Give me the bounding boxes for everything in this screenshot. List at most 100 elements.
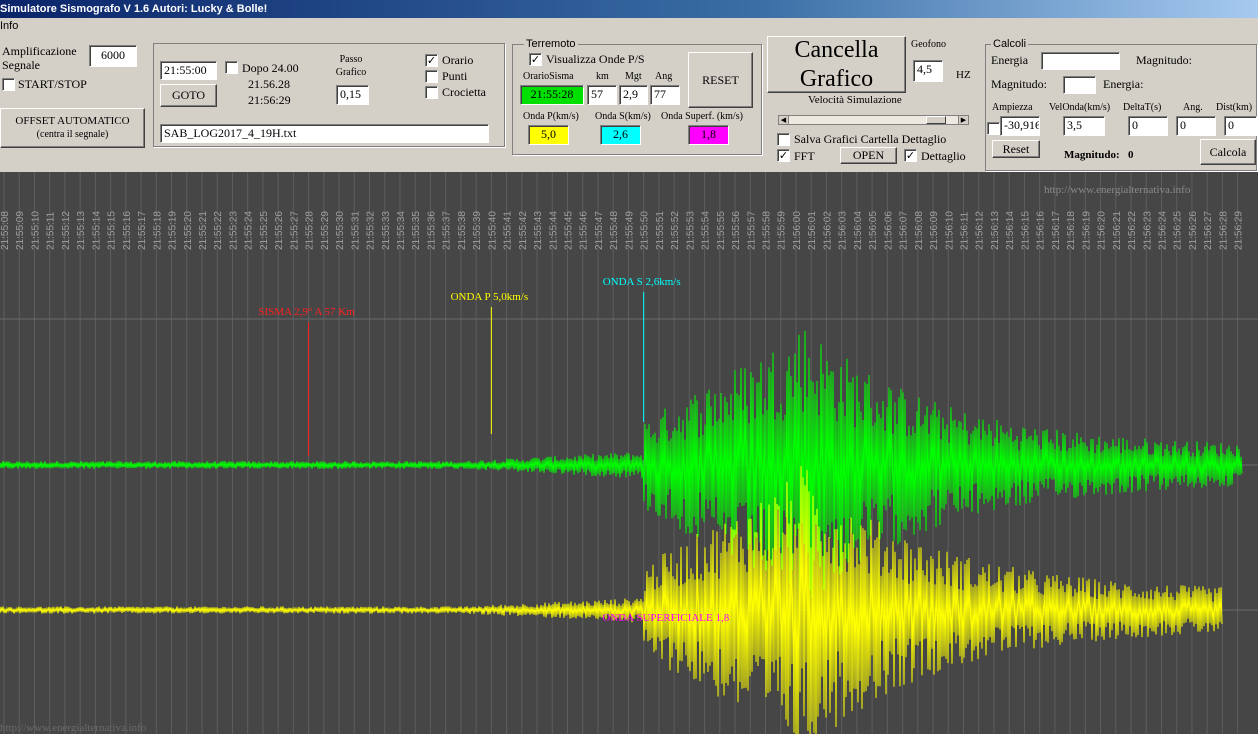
salva-checkbox[interactable]	[777, 133, 790, 146]
yellow-trace	[0, 466, 1223, 734]
time-tick-label: 21:55:31	[350, 211, 361, 250]
time-tick-label: 21:56:18	[1066, 211, 1077, 250]
time-tick-label: 21:55:41	[503, 211, 514, 250]
time-input[interactable]: 21:55:00	[160, 61, 217, 80]
time-tick-label: 21:56:06	[883, 211, 894, 250]
time-tick-label: 21:55:30	[335, 211, 346, 250]
time-b-text: 21:56:29	[248, 93, 291, 107]
amplification-label: Amplificazione Segnale	[2, 44, 77, 72]
time-tick-label: 21:56:12	[975, 211, 986, 250]
time-tick-label: 21:55:11	[46, 211, 57, 250]
km-input[interactable]: 57	[587, 85, 617, 105]
cancella-grafico-button[interactable]: Cancella Grafico	[767, 36, 906, 93]
time-tick-label: 21:55:24	[244, 211, 255, 250]
time-tick-label: 21:56:03	[838, 211, 849, 250]
watermark-bottom: http://www.energialternativa.info	[0, 722, 147, 734]
onda-p-input[interactable]: 5,0	[528, 125, 569, 145]
salva-label: Salva Grafici Cartella Dettaglio	[794, 132, 947, 146]
visualizza-checkbox[interactable]: ✓	[529, 53, 542, 66]
marker-label: SISMA 2,9° A 57 Km	[258, 306, 355, 318]
magnitudo-input[interactable]	[1063, 76, 1096, 94]
crocietta-checkbox[interactable]	[425, 86, 438, 99]
onda-s-input[interactable]: 2,6	[600, 125, 641, 145]
terremoto-reset-button[interactable]: RESET	[688, 52, 753, 108]
amplification-input[interactable]: 6000	[89, 45, 137, 67]
ang-input[interactable]: 77	[650, 85, 680, 105]
time-tick-label: 21:56:20	[1097, 211, 1108, 250]
time-tick-label: 21:55:22	[213, 211, 224, 250]
menu-item-info[interactable]: Info	[0, 20, 18, 32]
time-tick-label: 21:55:57	[746, 211, 757, 250]
time-tick-label: 21:55:42	[518, 211, 529, 250]
time-tick-label: 21:55:16	[122, 211, 133, 250]
time-tick-label: 21:55:08	[0, 211, 11, 250]
slider-left-arrow[interactable]: ◀	[779, 116, 789, 124]
onda-superf-input[interactable]: 1,8	[688, 125, 729, 145]
calcola-button[interactable]: Calcola	[1200, 139, 1256, 165]
dopo-checkbox[interactable]	[225, 61, 238, 74]
goto-button[interactable]: GOTO	[160, 84, 217, 107]
file-input[interactable]: SAB_LOG2017_4_19H.txt	[160, 124, 489, 143]
fft-label: FFT	[794, 149, 815, 163]
ampiezza-checkbox[interactable]	[987, 122, 1000, 135]
time-tick-label: 21:55:40	[487, 211, 498, 250]
time-tick-label: 21:56:25	[1173, 211, 1184, 250]
time-tick-label: 21:55:45	[564, 211, 575, 250]
time-tick-label: 21:55:58	[762, 211, 773, 250]
time-tick-label: 21:55:38	[457, 211, 468, 250]
passo-label: Passo Grafico	[335, 54, 367, 78]
marker-label: ONDA S 2,6km/s	[603, 276, 681, 288]
orario-sisma-input[interactable]: 21:55:28	[520, 85, 584, 105]
offset-automatico-button[interactable]: OFFSET AUTOMATICO (centra il segnale)	[0, 108, 145, 148]
magnitudo-label-2: Magnitudo:	[991, 77, 1047, 91]
dettaglio-checkbox[interactable]: ✓	[904, 149, 917, 162]
time-tick-label: 21:55:09	[15, 211, 26, 250]
time-tick-label: 21:55:55	[716, 211, 727, 250]
time-tick-label: 21:55:20	[183, 211, 194, 250]
time-tick-label: 21:55:46	[579, 211, 590, 250]
time-tick-label: 21:56:07	[899, 211, 910, 250]
time-tick-label: 21:55:36	[426, 211, 437, 250]
time-tick-label: 21:56:08	[914, 211, 925, 250]
velocita-slider[interactable]: ◀ ▶	[778, 115, 969, 125]
time-tick-label: 21:55:21	[198, 211, 209, 250]
orario-checkbox[interactable]: ✓	[425, 54, 438, 67]
terremoto-title: Terremoto	[524, 38, 578, 51]
time-tick-label: 21:55:32	[366, 211, 377, 250]
start-stop-checkbox[interactable]	[2, 78, 15, 91]
time-tick-label: 21:55:34	[396, 211, 407, 250]
seismograph-chart: 21:55:08 21:55:09 21:55:10 21:55:11 21:55:12…	[0, 172, 1258, 734]
menu-bar: Info	[0, 18, 1258, 34]
time-tick-label: 21:56:04	[853, 211, 864, 250]
hz-label: HZ	[956, 69, 971, 81]
slider-thumb[interactable]	[926, 116, 947, 124]
time-tick-label: 21:56:14	[1005, 211, 1016, 250]
time-tick-label: 21:55:49	[624, 211, 635, 250]
dist-input[interactable]: 0	[1224, 116, 1257, 136]
punti-checkbox[interactable]	[425, 70, 438, 83]
fft-checkbox[interactable]: ✓	[777, 149, 790, 162]
time-tick-label: 21:56:27	[1203, 211, 1214, 250]
time-tick-label: 21:55:56	[731, 211, 742, 250]
ampiezza-input[interactable]: -30,916	[1000, 116, 1040, 136]
ang-calc-input[interactable]: 0	[1176, 116, 1216, 136]
slider-right-arrow[interactable]: ▶	[958, 116, 968, 124]
geofono-input[interactable]: 4,5	[913, 60, 943, 82]
passo-input[interactable]: 0,15	[336, 85, 369, 105]
velonda-input[interactable]: 3,5	[1063, 116, 1105, 136]
time-tick-label: 21:56:21	[1112, 211, 1123, 250]
time-tick-label: 21:56:10	[944, 211, 955, 250]
time-tick-label: 21:56:28	[1218, 211, 1229, 250]
start-stop-label: START/STOP	[18, 77, 87, 91]
dettaglio-label: Dettaglio	[921, 149, 966, 163]
energia-label-2: Energia:	[1103, 77, 1144, 91]
col-deltat: DeltaT(s)	[1123, 102, 1162, 113]
calcoli-reset-button[interactable]: Reset	[992, 140, 1040, 158]
time-tick-label: 21:56:15	[1020, 211, 1031, 250]
energia-input[interactable]	[1041, 52, 1120, 70]
mgt-input[interactable]: 2,9	[619, 85, 648, 105]
time-tick-label: 21:56:16	[1036, 211, 1047, 250]
time-tick-label: 21:55:43	[533, 211, 544, 250]
open-button[interactable]: OPEN	[840, 147, 897, 164]
deltat-input[interactable]: 0	[1128, 116, 1168, 136]
